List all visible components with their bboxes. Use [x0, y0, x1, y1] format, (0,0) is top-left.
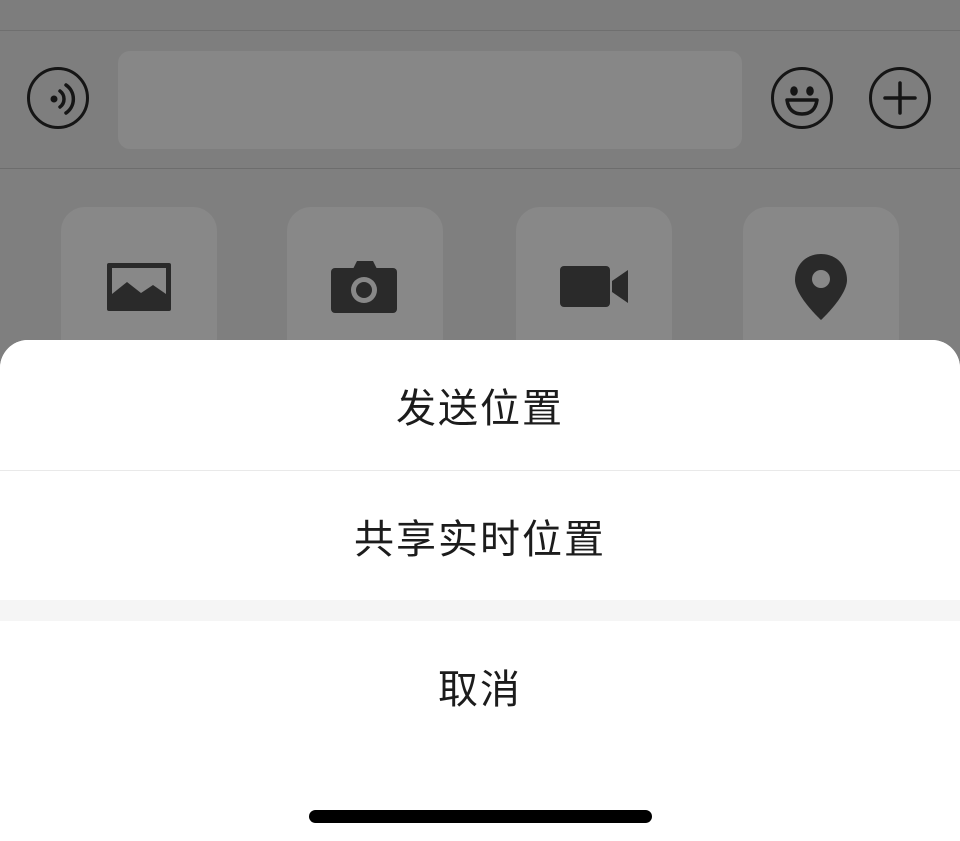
chat-top-strip [0, 0, 960, 31]
voice-button[interactable] [27, 67, 89, 129]
share-live-location-button[interactable]: 共享实时位置 [0, 471, 960, 600]
cancel-button[interactable]: 取消 [0, 621, 960, 751]
location-action-sheet: 发送位置 共享实时位置 取消 [0, 340, 960, 841]
plus-icon [883, 81, 917, 115]
send-location-button[interactable]: 发送位置 [0, 340, 960, 470]
message-input[interactable] [118, 51, 742, 149]
home-indicator[interactable] [309, 810, 652, 823]
send-location-label: 发送位置 [396, 386, 564, 432]
cancel-separator [0, 600, 960, 621]
cancel-label: 取消 [438, 667, 522, 713]
more-functions-button[interactable] [869, 67, 931, 129]
emoji-button[interactable] [771, 67, 833, 129]
voice-wave-icon [50, 83, 76, 115]
emoji-smile-icon [785, 86, 819, 116]
share-live-location-label: 共享实时位置 [354, 516, 606, 563]
